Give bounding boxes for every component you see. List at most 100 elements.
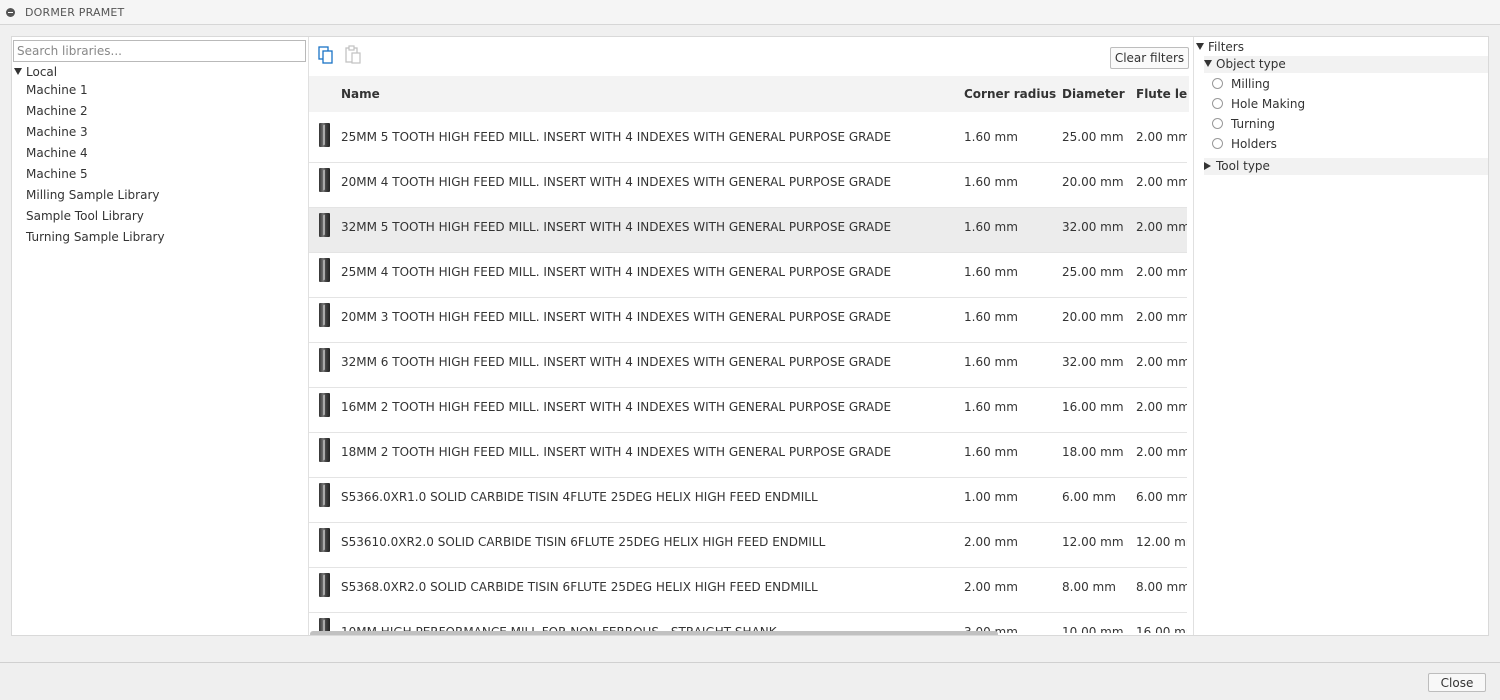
cell-name: 32MM 6 TOOTH HIGH FEED MILL. INSERT WITH… [341, 355, 892, 369]
table-header: Name Corner radius Diameter Flute length [309, 76, 1189, 112]
clear-filters-button[interactable]: Clear filters [1110, 47, 1189, 69]
table-row[interactable]: 20MM 4 TOOTH HIGH FEED MILL. INSERT WITH… [309, 163, 1187, 208]
cell-diameter: 10.00 mm [1062, 625, 1124, 633]
filter-option-holders[interactable]: Holders [1212, 134, 1277, 154]
table-row[interactable]: 20MM 3 TOOTH HIGH FEED MILL. INSERT WITH… [309, 298, 1187, 343]
cell-flute-length: 2.00 mm [1136, 175, 1187, 189]
column-header-diameter[interactable]: Diameter [1062, 76, 1132, 112]
window-title: DORMER PRAMET [25, 6, 125, 19]
cell-name: 20MM 4 TOOTH HIGH FEED MILL. INSERT WITH… [341, 175, 892, 189]
cell-diameter: 32.00 mm [1062, 355, 1124, 369]
library-item[interactable]: Turning Sample Library [26, 227, 165, 248]
library-item[interactable]: Machine 2 [26, 101, 165, 122]
cell-name: 20MM 3 TOOTH HIGH FEED MILL. INSERT WITH… [341, 310, 892, 324]
tool-icon [319, 483, 330, 507]
library-item[interactable]: Machine 4 [26, 143, 165, 164]
cell-flute-length: 2.00 mm [1136, 220, 1187, 234]
table-body: 25MM 5 TOOTH HIGH FEED MILL. INSERT WITH… [309, 118, 1187, 633]
cell-name: 25MM 5 TOOTH HIGH FEED MILL. INSERT WITH… [341, 130, 892, 144]
radio-button[interactable] [1212, 98, 1223, 109]
library-item[interactable]: Milling Sample Library [26, 185, 165, 206]
cell-name: S5366.0XR1.0 SOLID CARBIDE TISIN 4FLUTE … [341, 490, 818, 504]
column-header-flute-length[interactable]: Flute length [1136, 76, 1187, 112]
title-bar: DORMER PRAMET [0, 0, 1500, 25]
table-row[interactable]: S53610.0XR2.0 SOLID CARBIDE TISIN 6FLUTE… [309, 523, 1187, 568]
cell-diameter: 32.00 mm [1062, 220, 1124, 234]
cell-diameter: 16.00 mm [1062, 400, 1124, 414]
cell-name: S53610.0XR2.0 SOLID CARBIDE TISIN 6FLUTE… [341, 535, 826, 549]
cell-corner-radius: 2.00 mm [964, 580, 1018, 594]
table-row[interactable]: 25MM 5 TOOTH HIGH FEED MILL. INSERT WITH… [309, 118, 1187, 163]
tool-icon [319, 528, 330, 552]
table-row[interactable]: 16MM 2 TOOTH HIGH FEED MILL. INSERT WITH… [309, 388, 1187, 433]
tool-icon [319, 168, 330, 192]
footer-bar: Close [0, 662, 1500, 700]
table-row[interactable]: 32MM 6 TOOTH HIGH FEED MILL. INSERT WITH… [309, 343, 1187, 388]
filter-option-label: Hole Making [1231, 97, 1306, 111]
paste-icon[interactable] [343, 45, 363, 65]
filter-option-turning[interactable]: Turning [1212, 114, 1275, 134]
copy-icon[interactable] [316, 45, 336, 65]
table-row[interactable]: 25MM 4 TOOTH HIGH FEED MILL. INSERT WITH… [309, 253, 1187, 298]
cell-corner-radius: 3.00 mm [964, 625, 1018, 633]
cell-name: 32MM 5 TOOTH HIGH FEED MILL. INSERT WITH… [341, 220, 892, 234]
cell-flute-length: 2.00 mm [1136, 130, 1187, 144]
tool-icon [319, 438, 330, 462]
cell-diameter: 6.00 mm [1062, 490, 1116, 504]
cell-corner-radius: 1.00 mm [964, 490, 1018, 504]
column-header-name[interactable]: Name [341, 76, 641, 112]
cell-name: 18MM 2 TOOTH HIGH FEED MILL. INSERT WITH… [341, 445, 892, 459]
radio-button[interactable] [1212, 78, 1223, 89]
tool-type-section[interactable]: Tool type [1204, 158, 1488, 175]
filter-option-hole-making[interactable]: Hole Making [1212, 94, 1305, 114]
cell-name: 16MM 2 TOOTH HIGH FEED MILL. INSERT WITH… [341, 400, 892, 414]
filters-header-label: Filters [1208, 40, 1244, 54]
object-type-section[interactable]: Object type [1204, 56, 1488, 73]
collapse-triangle-icon[interactable] [1204, 162, 1211, 170]
library-item[interactable]: Sample Tool Library [26, 206, 165, 227]
cell-flute-length: 6.00 mm [1136, 490, 1187, 504]
cell-flute-length: 2.00 mm [1136, 445, 1187, 459]
filters-panel: Filters Object type Milling Hole Making … [1194, 37, 1488, 635]
cell-corner-radius: 1.60 mm [964, 130, 1018, 144]
radio-button[interactable] [1212, 118, 1223, 129]
tree-root-local[interactable]: Local [14, 64, 57, 80]
radio-button[interactable] [1212, 138, 1223, 149]
filter-option-label: Turning [1231, 117, 1275, 131]
table-row[interactable]: 32MM 5 TOOTH HIGH FEED MILL. INSERT WITH… [309, 208, 1187, 253]
expand-triangle-icon[interactable] [1204, 60, 1212, 67]
main-panel: Local Machine 1Machine 2Machine 3Machine… [11, 36, 1489, 636]
expand-triangle-icon[interactable] [14, 68, 22, 75]
cell-corner-radius: 1.60 mm [964, 220, 1018, 234]
search-libraries-input[interactable] [13, 40, 306, 62]
library-item[interactable]: Machine 5 [26, 164, 165, 185]
library-item[interactable]: Machine 1 [26, 80, 165, 101]
expand-triangle-icon[interactable] [1196, 43, 1204, 50]
cell-corner-radius: 2.00 mm [964, 535, 1018, 549]
cell-flute-length: 2.00 mm [1136, 310, 1187, 324]
collapse-icon[interactable] [6, 8, 15, 17]
cell-diameter: 12.00 mm [1062, 535, 1124, 549]
cell-diameter: 20.00 mm [1062, 310, 1124, 324]
cell-flute-length: 2.00 mm [1136, 400, 1187, 414]
table-row[interactable]: 10MM HIGH PERFORMANCE MILL FOR NON-FERRO… [309, 613, 1187, 633]
cell-diameter: 8.00 mm [1062, 580, 1116, 594]
cell-name: 25MM 4 TOOTH HIGH FEED MILL. INSERT WITH… [341, 265, 892, 279]
close-button[interactable]: Close [1428, 673, 1486, 692]
library-item[interactable]: Machine 3 [26, 122, 165, 143]
horizontal-scrollbar[interactable] [310, 631, 998, 635]
table-row[interactable]: S5366.0XR1.0 SOLID CARBIDE TISIN 4FLUTE … [309, 478, 1187, 523]
cell-corner-radius: 1.60 mm [964, 310, 1018, 324]
cell-corner-radius: 1.60 mm [964, 175, 1018, 189]
cell-flute-length: 12.00 mm [1136, 535, 1187, 549]
table-row[interactable]: S5368.0XR2.0 SOLID CARBIDE TISIN 6FLUTE … [309, 568, 1187, 613]
cell-corner-radius: 1.60 mm [964, 355, 1018, 369]
table-row[interactable]: 18MM 2 TOOTH HIGH FEED MILL. INSERT WITH… [309, 433, 1187, 478]
cell-diameter: 25.00 mm [1062, 130, 1124, 144]
library-panel: Local Machine 1Machine 2Machine 3Machine… [12, 37, 308, 635]
cell-flute-length: 2.00 mm [1136, 265, 1187, 279]
column-header-corner-radius[interactable]: Corner radius [964, 76, 1059, 112]
filters-header[interactable]: Filters [1196, 39, 1244, 55]
tool-icon [319, 348, 330, 372]
filter-option-milling[interactable]: Milling [1212, 74, 1270, 94]
